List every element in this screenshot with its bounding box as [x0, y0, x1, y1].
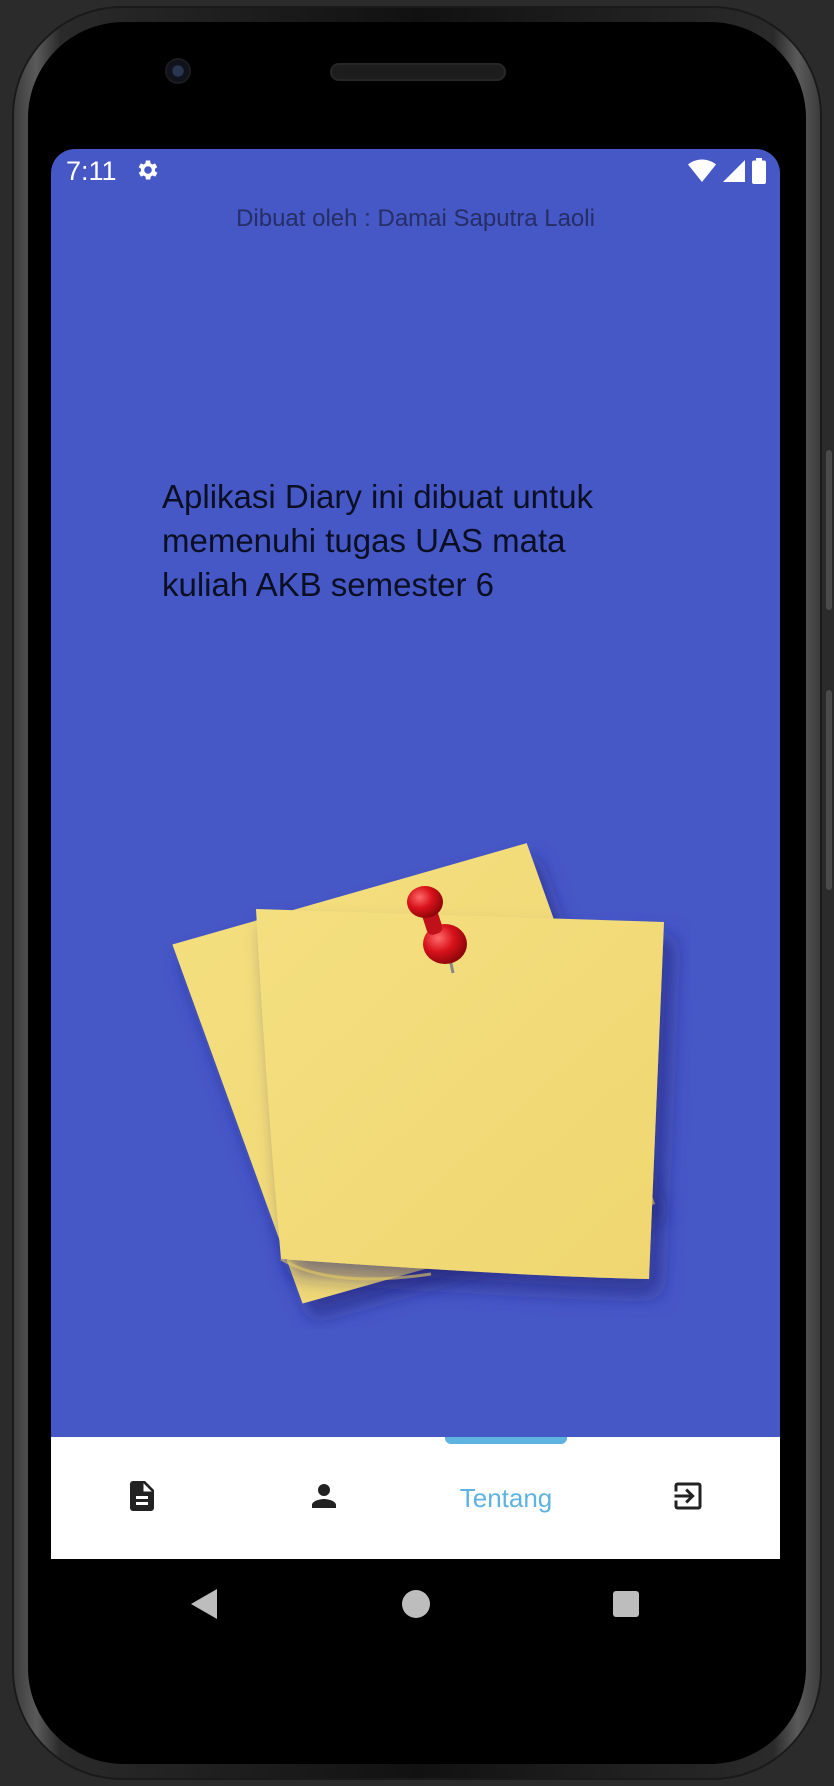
- system-navigation-bar: [51, 1559, 780, 1649]
- home-icon[interactable]: [401, 1587, 431, 1626]
- credit-text: Dibuat oleh : Damai Saputra Laoli: [236, 205, 595, 232]
- back-icon[interactable]: [189, 1587, 219, 1626]
- wifi-icon: [688, 159, 716, 188]
- status-bar: 7:11: [51, 149, 780, 195]
- power-button: [826, 690, 832, 890]
- settings-gear-icon: [135, 157, 161, 188]
- bottom-navigation: Tentang: [51, 1437, 780, 1559]
- app-screen: 7:11 Dibuat oleh : Damai Saputra Laoli A…: [51, 149, 780, 1559]
- status-time: 7:11: [66, 156, 117, 186]
- cell-signal-icon: [722, 159, 746, 188]
- person-icon: [306, 1478, 342, 1519]
- sticky-notes-illustration: [131, 789, 691, 1334]
- nav-item-logout[interactable]: [597, 1437, 779, 1559]
- tab-tentang-label: Tentang: [459, 1482, 553, 1513]
- nav-item-diary[interactable]: [51, 1437, 233, 1559]
- volume-button: [826, 450, 832, 610]
- about-description: Aplikasi Diary ini dibuat untuk memenuhi…: [162, 478, 594, 603]
- front-camera: [165, 58, 191, 84]
- logout-icon: [670, 1478, 706, 1519]
- earpiece-speaker: [330, 63, 506, 81]
- recents-icon[interactable]: [611, 1587, 641, 1626]
- tab-tentang[interactable]: Tentang: [415, 1437, 597, 1559]
- battery-icon: [752, 158, 766, 189]
- document-icon: [124, 1478, 160, 1519]
- nav-item-profile[interactable]: [233, 1437, 415, 1559]
- system-status-icons: [688, 158, 766, 189]
